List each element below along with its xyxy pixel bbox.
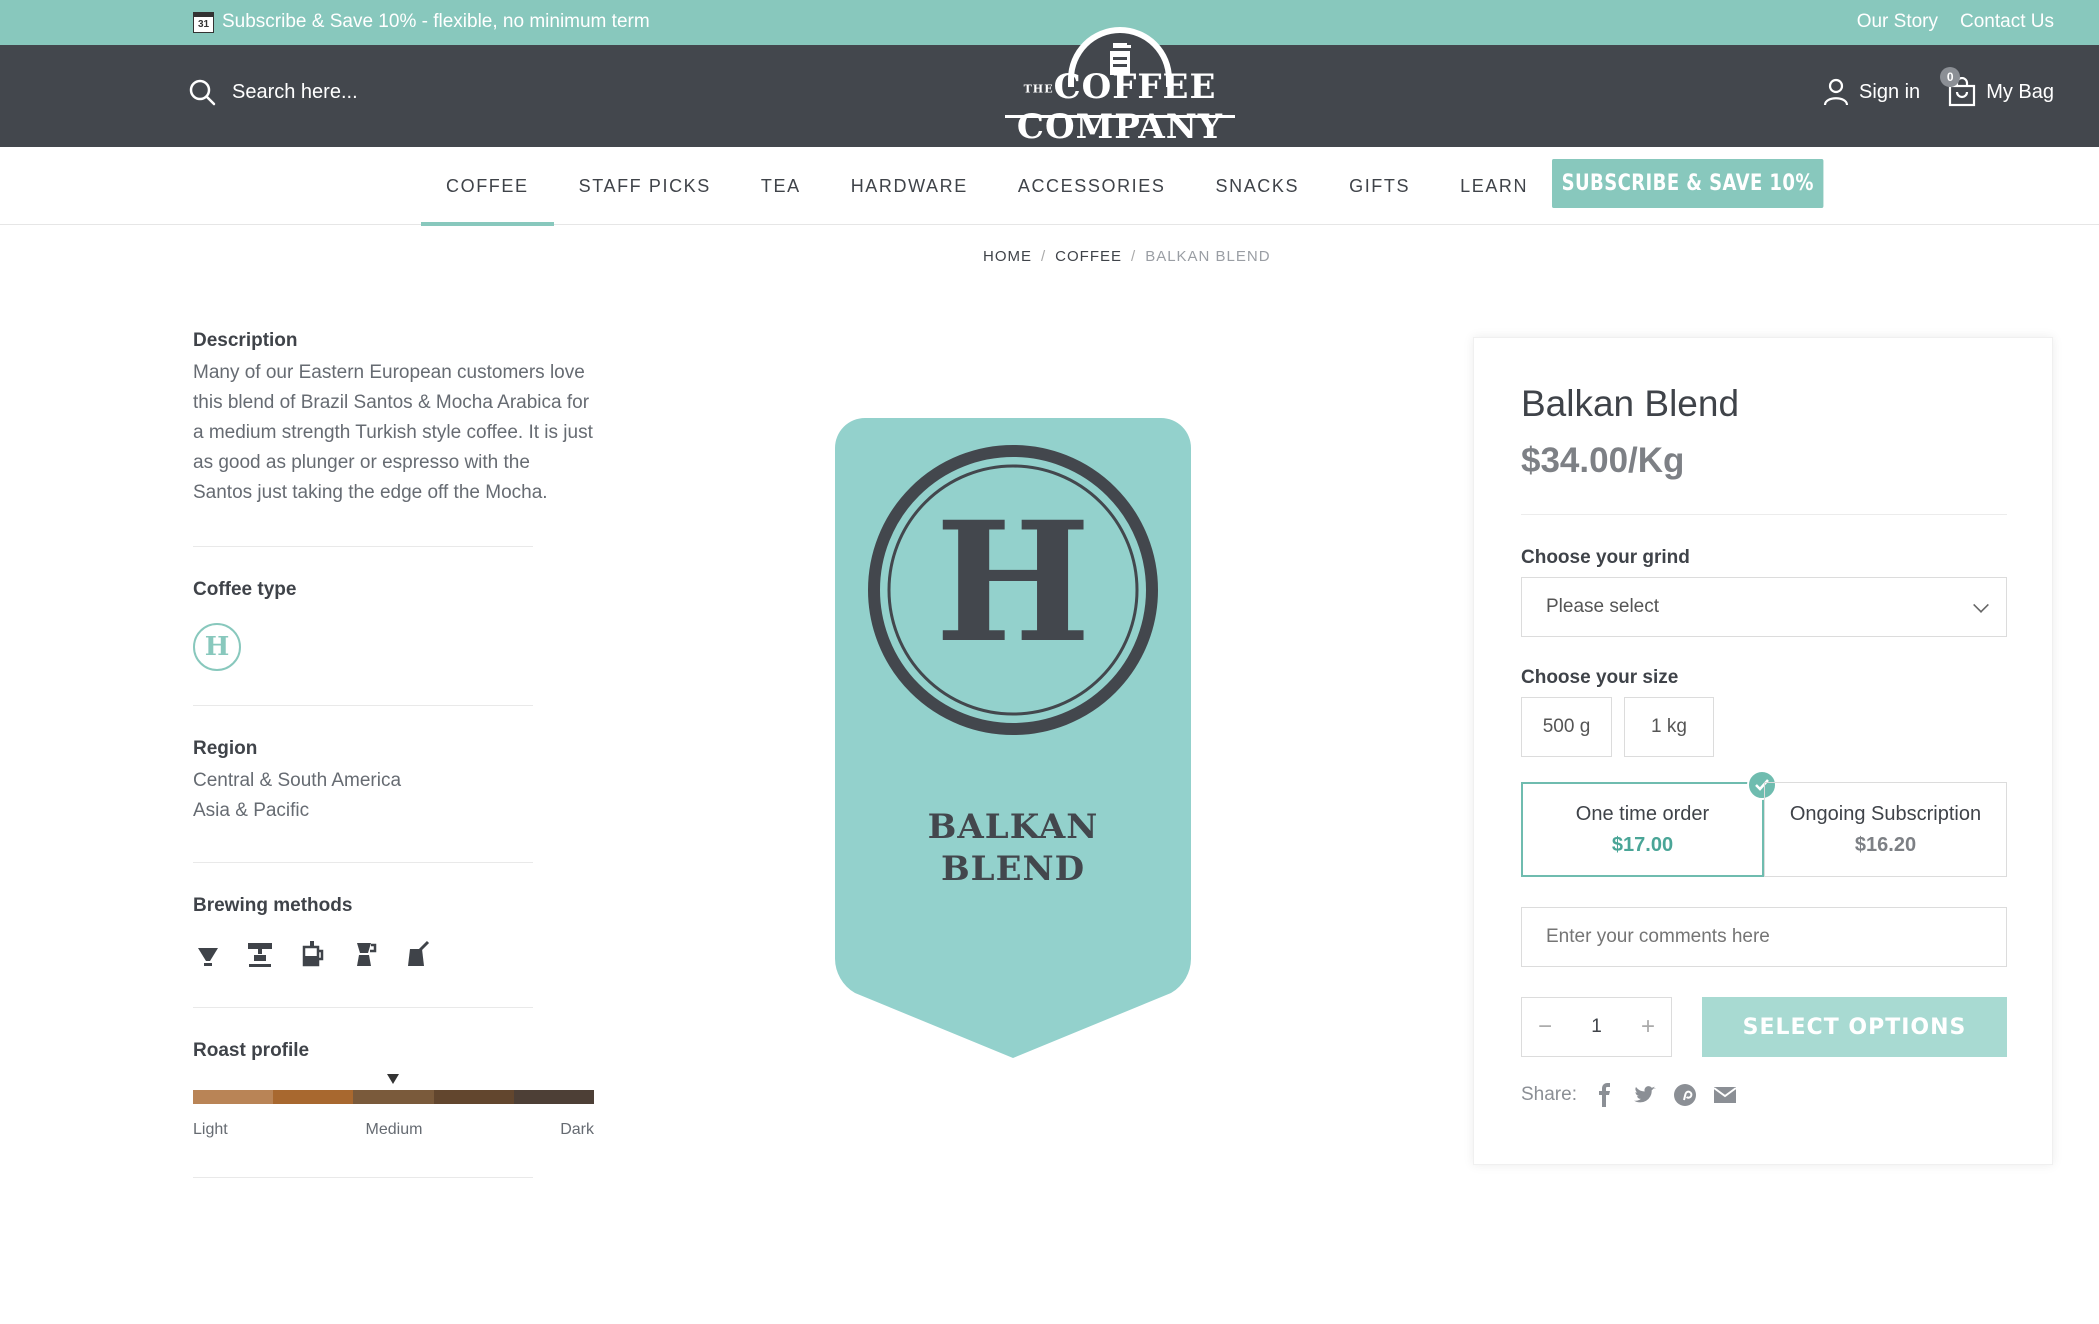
purchase-panel: Balkan Blend $34.00/Kg Choose your grind…: [1473, 337, 2053, 1165]
product-details: Description Many of our Eastern European…: [193, 330, 595, 1178]
badge-name-line2: BLEND: [941, 849, 1085, 889]
share-bar: Share:: [1521, 1083, 1737, 1107]
roast-segment: [193, 1090, 274, 1104]
product-title: Balkan Blend: [1521, 383, 1740, 424]
size-option-1kg[interactable]: 1 kg: [1624, 697, 1714, 757]
search-icon: [189, 79, 216, 106]
roast-segment: [353, 1090, 434, 1104]
roast-segment: [433, 1090, 514, 1104]
breadcrumb-current: BALKAN BLEND: [1145, 248, 1271, 265]
chevron-down-icon: [1973, 597, 1989, 613]
site-logo[interactable]: THECOFFEE COMPANY: [975, 17, 1265, 147]
decrease-button[interactable]: −: [1538, 1013, 1552, 1041]
breadcrumb-home[interactable]: HOME: [983, 248, 1032, 265]
brewing-title: Brewing methods: [193, 895, 353, 916]
roast-scale: [193, 1074, 595, 1104]
region-item: Asia & Pacific: [193, 800, 310, 821]
size-option-500g[interactable]: 500 g: [1521, 697, 1612, 757]
roast-segment: [513, 1090, 595, 1104]
divider: [193, 546, 533, 547]
select-options-button[interactable]: SELECT OPTIONS: [1702, 997, 2007, 1057]
coffee-grinder-icon: [1110, 43, 1131, 75]
main-nav: COFFEE STAFF PICKS TEA HARDWARE ACCESSOR…: [0, 147, 2099, 226]
nav-tea[interactable]: TEA: [736, 147, 826, 225]
badge-letter: H: [935, 485, 1091, 679]
roast-label-light: Light: [193, 1121, 228, 1138]
our-story-link[interactable]: Our Story: [1857, 11, 1938, 33]
logo-wordmark: THECOFFEE COMPANY: [1016, 67, 1224, 147]
breadcrumb-separator: /: [1131, 248, 1137, 265]
plan-price: $16.20: [1854, 833, 1917, 856]
plunger-icon: [302, 941, 324, 967]
grind-select[interactable]: Please select: [1521, 577, 2007, 637]
promo-link[interactable]: 31 Subscribe & Save 10% - flexible, no m…: [193, 11, 650, 33]
region-item: Central & South America: [193, 770, 402, 791]
product-image: H BALKAN BLEND: [835, 418, 1191, 1058]
divider: [193, 1177, 533, 1178]
roast-marker-icon: [387, 1074, 399, 1084]
breadcrumb-separator: /: [1041, 248, 1047, 265]
description-title: Description: [193, 330, 298, 351]
plan-name: One time order: [1575, 802, 1710, 825]
breadcrumb-coffee[interactable]: COFFEE: [1055, 248, 1122, 265]
quantity-value[interactable]: 1: [1591, 1016, 1602, 1038]
quantity-stepper: − 1 +: [1521, 997, 1672, 1057]
size-label: Choose your size: [1521, 667, 1679, 688]
roast-segment: [273, 1090, 354, 1104]
moka-pot-icon: [357, 943, 377, 966]
grind-select-value: Please select: [1546, 596, 1660, 617]
breadcrumb: HOME / COFFEE / BALKAN BLEND: [983, 248, 1271, 265]
divider: [193, 1007, 533, 1008]
nav-staff-picks[interactable]: STAFF PICKS: [554, 147, 736, 225]
divider: [1521, 514, 2007, 515]
description-text: Many of our Eastern European customers l…: [193, 362, 593, 503]
nav-snacks[interactable]: SNACKS: [1190, 147, 1324, 225]
sign-in-label: Sign in: [1859, 80, 1921, 103]
roast-label-dark: Dark: [560, 1121, 594, 1138]
search-box[interactable]: Search here...: [188, 78, 358, 106]
my-bag-label: My Bag: [1986, 80, 2054, 103]
divider: [193, 862, 533, 863]
subscribe-save-button[interactable]: SUBSCRIBE & SAVE 10%: [1552, 159, 1824, 208]
nav-learn[interactable]: LEARN: [1435, 147, 1553, 225]
nav-hardware[interactable]: HARDWARE: [826, 147, 993, 225]
turkish-pot-icon: [408, 940, 430, 966]
site-header: Search here... THECOFFEE COMPANY Sign in: [0, 27, 2099, 147]
plan-name: Ongoing Subscription: [1789, 802, 1982, 825]
plan-one-time[interactable]: One time order $17.00: [1521, 770, 1777, 877]
pinterest-icon[interactable]: [1673, 1083, 1697, 1107]
pour-over-icon: [198, 948, 218, 966]
nav-accessories[interactable]: ACCESSORIES: [993, 147, 1191, 225]
product-price: $34.00/Kg: [1521, 441, 1685, 480]
comments-input[interactable]: [1521, 907, 2007, 967]
region-title: Region: [193, 738, 258, 759]
email-icon[interactable]: [1713, 1083, 1737, 1107]
divider: [193, 705, 533, 706]
plan-subscription[interactable]: Ongoing Subscription $16.20: [1764, 782, 2007, 877]
house-blend-icon[interactable]: H: [193, 623, 241, 671]
my-bag-link[interactable]: 0 My Bag: [1940, 67, 2054, 107]
roast-label-medium: Medium: [365, 1121, 423, 1138]
share-label: Share:: [1521, 1084, 1577, 1105]
increase-button[interactable]: +: [1641, 1013, 1655, 1041]
grind-label: Choose your grind: [1521, 547, 1690, 568]
nav-gifts[interactable]: GIFTS: [1324, 147, 1435, 225]
espresso-machine-icon: [248, 943, 272, 967]
roast-title: Roast profile: [193, 1040, 310, 1061]
plan-price: $17.00: [1611, 833, 1674, 856]
sign-in-link[interactable]: Sign in: [1823, 78, 1920, 106]
coffee-type-title: Coffee type: [193, 579, 297, 600]
user-icon: [1823, 78, 1849, 106]
nav-coffee[interactable]: COFFEE: [421, 147, 554, 226]
contact-us-link[interactable]: Contact Us: [1960, 11, 2054, 33]
twitter-icon[interactable]: [1633, 1083, 1657, 1107]
search-input[interactable]: Search here...: [232, 81, 358, 104]
calendar-icon: 31: [193, 11, 214, 33]
badge-name-line1: BALKAN: [928, 807, 1099, 847]
facebook-icon[interactable]: [1593, 1083, 1617, 1107]
promo-text: Subscribe & Save 10% - flexible, no mini…: [222, 11, 650, 32]
logo-rule: [1005, 115, 1235, 118]
